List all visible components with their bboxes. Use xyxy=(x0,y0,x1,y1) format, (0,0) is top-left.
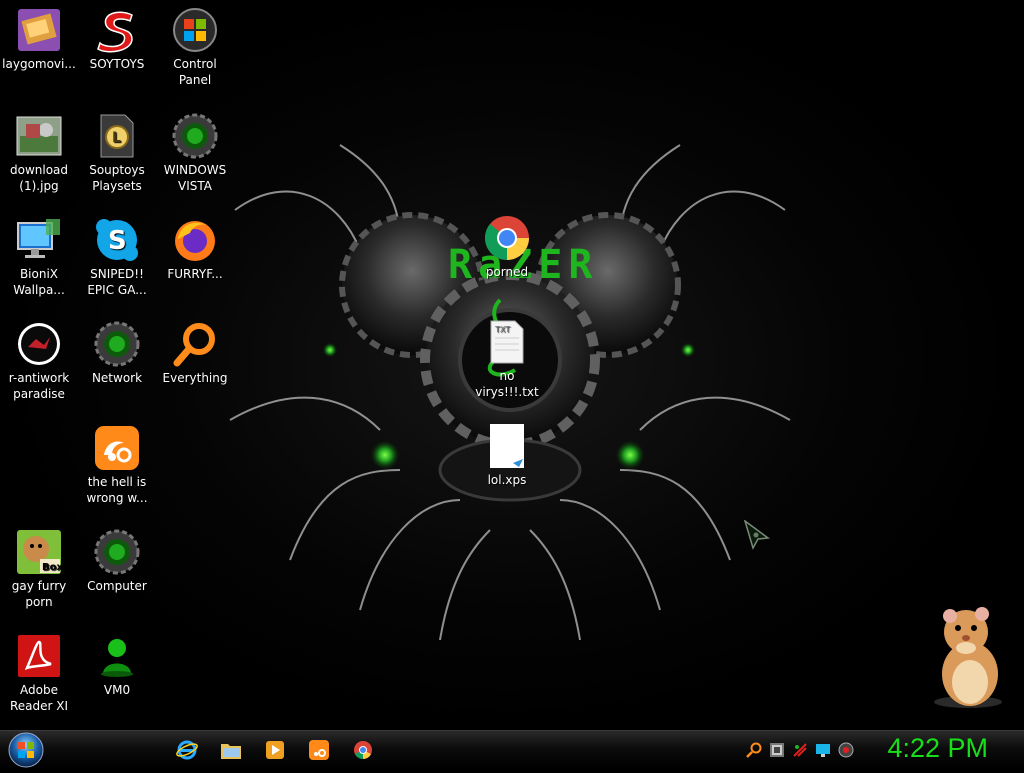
tray-everything[interactable] xyxy=(745,741,763,759)
image-file-icon xyxy=(15,112,63,160)
display-tray-icon xyxy=(816,744,830,757)
desktop-icon-label: Souptoys Playsets xyxy=(89,163,145,193)
taskbar-uc-browser[interactable] xyxy=(307,738,331,762)
tray-razer[interactable] xyxy=(791,741,809,759)
desktop-icon-label: gay furry porn xyxy=(11,579,67,609)
desktop-icon-label: WINDOWS VISTA xyxy=(163,163,227,193)
xps-file-icon xyxy=(483,422,531,470)
svg-text:S: S xyxy=(108,226,127,256)
taskbar-media-player[interactable] xyxy=(263,738,287,762)
desktop-icon-souptoys-playsets[interactable]: L Souptoys Playsets xyxy=(78,112,156,194)
green-user-icon xyxy=(93,632,141,680)
taskbar-file-explorer[interactable] xyxy=(219,738,243,762)
uc-browser-icon xyxy=(309,740,329,760)
desktop-icon-label: Network xyxy=(91,371,143,385)
razer-tray-icon xyxy=(793,743,807,757)
desktop-icon-label: porned xyxy=(485,265,529,279)
green-orb-icon xyxy=(93,528,141,576)
hamster-gadget-icon[interactable] xyxy=(920,604,1010,710)
svg-text:TXT: TXT xyxy=(494,325,510,334)
tray-network[interactable] xyxy=(768,741,786,759)
desktop-icon-label: Everything xyxy=(162,371,228,385)
firefox-icon xyxy=(171,216,219,264)
desktop-icon-label: SOYTOYS xyxy=(89,57,145,71)
desktop-icon-label: no virys!!!.txt xyxy=(475,369,539,399)
desktop-icon-computer[interactable]: Computer xyxy=(78,528,156,594)
desktop-icon-windows-vista[interactable]: WINDOWS VISTA xyxy=(156,112,234,194)
desktop-icon-bionix[interactable]: BioniX Wallpa... xyxy=(0,216,78,298)
everything-tray-icon xyxy=(746,742,762,758)
control-panel-icon xyxy=(171,6,219,54)
desktop-icon-gay-furry[interactable]: Box gay furry porn xyxy=(0,528,78,610)
tray-volume[interactable] xyxy=(837,741,855,759)
desktop-icon-label: r-antiwork paradise xyxy=(8,371,70,401)
mouse-cursor-icon xyxy=(744,520,770,550)
green-orb-icon xyxy=(93,320,141,368)
desktop-icon-network[interactable]: Network xyxy=(78,320,156,386)
desktop-icon-vm0[interactable]: VM0 xyxy=(78,632,156,698)
svg-text:Box: Box xyxy=(42,562,62,573)
desktop-icon-control-panel[interactable]: Control Panel xyxy=(156,6,234,88)
desktop-icon-label: Control Panel xyxy=(173,57,217,87)
text-file-icon: TXT xyxy=(483,318,531,366)
skype-icon: S xyxy=(93,216,141,264)
desktop-icon-the-hell[interactable]: the hell is wrong w... xyxy=(78,424,156,506)
volume-tray-icon xyxy=(838,742,854,758)
windows-orb-icon xyxy=(8,732,44,768)
desktop[interactable]: RaZER laygomovi... download (1).jpg Bion… xyxy=(0,0,1024,730)
magnifier-icon xyxy=(171,320,219,368)
desktop-icon-label: SNIPED!! EPIC GA... xyxy=(87,267,147,297)
souptoys-icon: L xyxy=(93,112,141,160)
file-explorer-icon xyxy=(221,744,241,759)
chrome-icon xyxy=(354,741,372,759)
desktop-icon-lol-xps[interactable]: lol.xps xyxy=(468,422,546,488)
start-button[interactable] xyxy=(6,731,46,769)
uc-browser-icon xyxy=(93,424,141,472)
movie-file-icon xyxy=(15,6,63,54)
desktop-icon-label: laygomovi... xyxy=(2,57,76,71)
desktop-icon-adobe-reader[interactable]: Adobe Reader XI xyxy=(0,632,78,714)
monitor-icon xyxy=(15,216,63,264)
desktop-icon-label: BioniX Wallpa... xyxy=(13,267,65,297)
taskbar-internet-explorer[interactable] xyxy=(175,738,199,762)
desktop-icon-label: FURRYF... xyxy=(167,267,223,281)
round-red-icon xyxy=(15,320,63,368)
desktop-icon-label: the hell is wrong w... xyxy=(86,475,148,505)
desktop-icon-furryf[interactable]: FURRYF... xyxy=(156,216,234,282)
desktop-icon-porned[interactable]: porned xyxy=(468,214,546,280)
taskbar-chrome[interactable] xyxy=(351,738,375,762)
desktop-icon-label: lol.xps xyxy=(487,473,527,487)
tray-display[interactable] xyxy=(814,741,832,759)
internet-explorer-icon xyxy=(176,740,198,760)
adobe-reader-icon xyxy=(15,632,63,680)
taskbar-clock[interactable]: 4:22 PM xyxy=(887,733,988,764)
desktop-icon-label: Computer xyxy=(87,579,147,593)
desktop-icon-everything[interactable]: Everything xyxy=(156,320,234,386)
svg-text:L: L xyxy=(112,130,121,146)
hamster-box-icon: Box xyxy=(15,528,63,576)
red-s-logo-icon xyxy=(93,6,141,54)
taskbar: 4:22 PM xyxy=(0,730,1024,769)
media-player-icon xyxy=(266,741,284,759)
desktop-icon-label: Adobe Reader XI xyxy=(9,683,69,713)
desktop-icon-label: download (1).jpg xyxy=(9,163,69,193)
network-tray-icon xyxy=(770,743,784,757)
desktop-icon-sniped[interactable]: S SNIPED!! EPIC GA... xyxy=(78,216,156,298)
desktop-icon-soytoys[interactable]: SOYTOYS xyxy=(78,6,156,72)
chrome-icon xyxy=(483,214,531,262)
desktop-icon-laygomovi[interactable]: laygomovi... xyxy=(0,6,78,72)
desktop-icon-label: VM0 xyxy=(103,683,131,697)
desktop-icon-download-jpg[interactable]: download (1).jpg xyxy=(0,112,78,194)
green-orb-icon xyxy=(171,112,219,160)
desktop-icon-r-antiwork[interactable]: r-antiwork paradise xyxy=(0,320,78,402)
desktop-icon-no-virys[interactable]: TXT no virys!!!.txt xyxy=(468,318,546,400)
